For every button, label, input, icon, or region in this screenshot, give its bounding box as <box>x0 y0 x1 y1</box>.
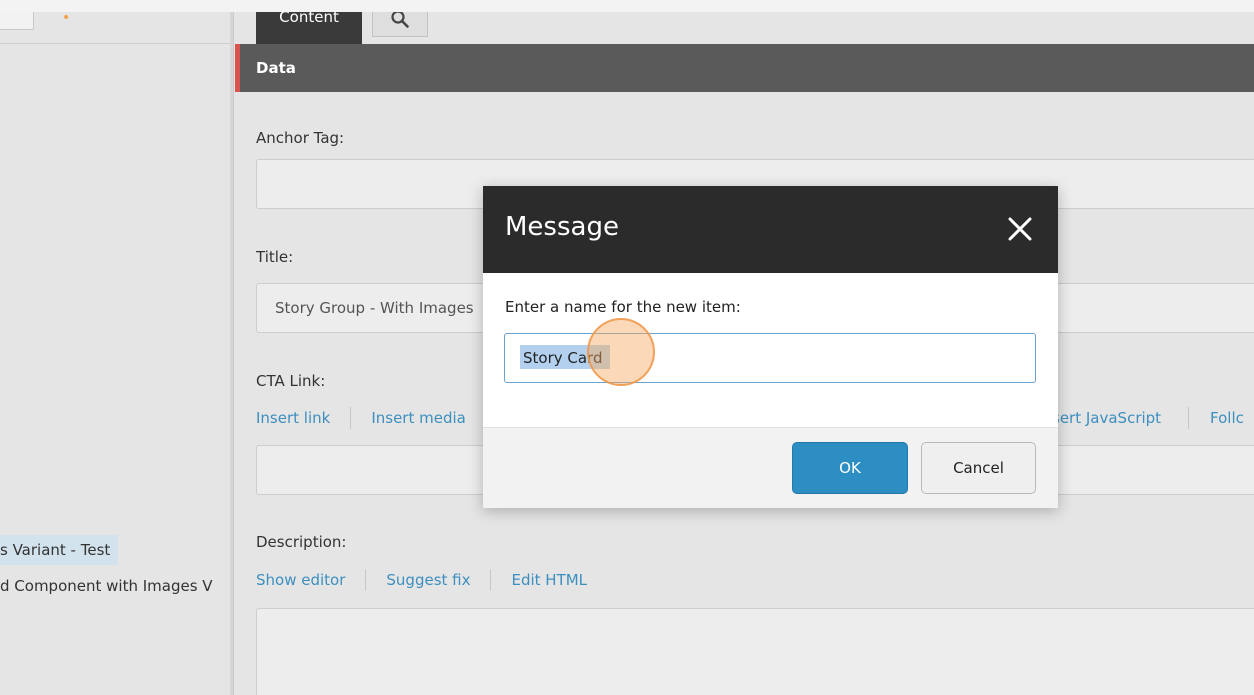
content-tree-panel: • s Variant - Test d Component with Imag… <box>0 12 230 695</box>
cta-link-toolbar: Insert link Insert media <box>256 407 486 429</box>
title-label: Title: <box>256 248 294 266</box>
top-strip <box>0 0 1254 12</box>
close-icon <box>1008 217 1032 241</box>
item-name-value: Story Card <box>523 349 603 367</box>
anchor-tag-label: Anchor Tag: <box>256 129 345 147</box>
tab-search[interactable] <box>372 12 428 37</box>
description-field[interactable] <box>256 608 1254 695</box>
description-label: Description: <box>256 533 347 551</box>
tree-search-box[interactable] <box>0 12 34 30</box>
dialog-title: Message <box>505 212 619 242</box>
tab-content[interactable]: Content <box>256 12 362 44</box>
ok-button[interactable]: OK <box>792 442 908 494</box>
description-toolbar: Show editor Suggest fix Edit HTML <box>256 569 607 591</box>
toolbar-divider <box>1188 407 1189 429</box>
dialog-header: Message <box>483 186 1058 273</box>
follow-link-button[interactable]: Follc <box>1210 407 1244 429</box>
tree-toolbar: • <box>0 12 230 44</box>
suggest-fix-button[interactable]: Suggest fix <box>365 569 490 591</box>
tree-item-selected[interactable]: s Variant - Test <box>0 535 119 565</box>
dialog-footer: OK Cancel <box>483 427 1058 508</box>
cancel-button[interactable]: Cancel <box>921 442 1036 494</box>
cta-link-label: CTA Link: <box>256 372 326 390</box>
insert-media-button[interactable]: Insert media <box>350 407 486 429</box>
dialog-prompt: Enter a name for the new item: <box>505 298 741 316</box>
show-editor-button[interactable]: Show editor <box>256 569 365 591</box>
insert-javascript-button[interactable]: sert JavaScript <box>1052 407 1161 429</box>
edit-html-button[interactable]: Edit HTML <box>490 569 607 591</box>
search-icon <box>391 12 409 28</box>
tree-status-icon: • <box>62 12 71 26</box>
tree-item[interactable]: d Component with Images V <box>0 574 230 598</box>
section-header-data[interactable]: Data <box>235 44 1254 92</box>
close-button[interactable] <box>1003 212 1037 246</box>
panel-splitter[interactable] <box>230 12 234 695</box>
insert-link-button[interactable]: Insert link <box>256 407 350 429</box>
message-dialog: Message Enter a name for the new item: S… <box>483 186 1058 508</box>
